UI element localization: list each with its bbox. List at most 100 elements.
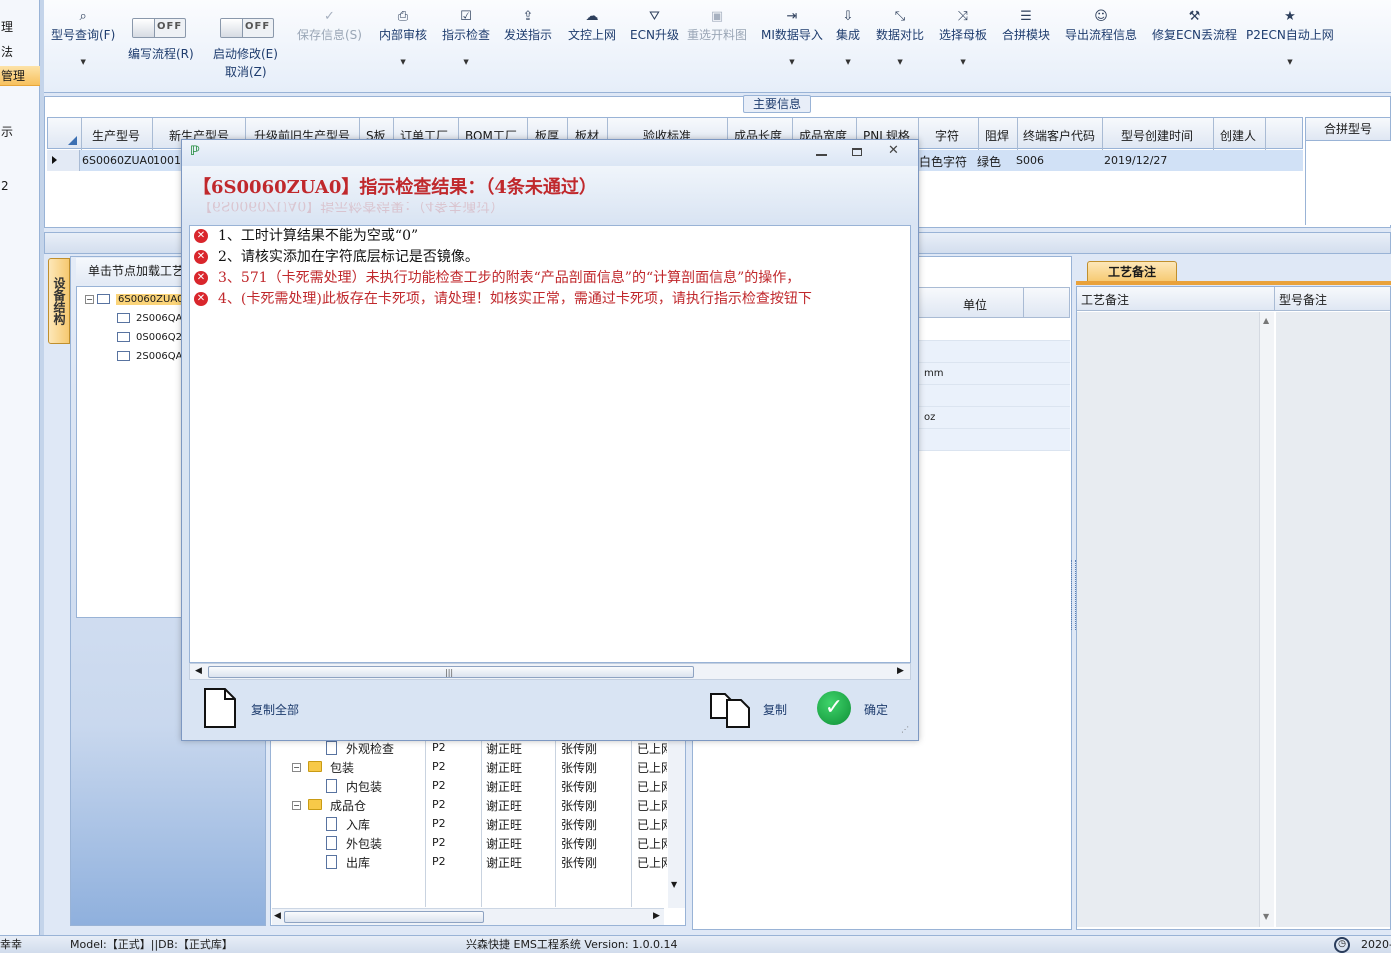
message-item[interactable]: ✕ 4、(卡死需处理)此板存在卡死项，请处理！如核实正常，需通过卡死项，请执行指示… [190, 289, 812, 310]
send-instruction-button[interactable]: ⇪ 发送指示 [504, 8, 552, 43]
node-icon [117, 332, 130, 342]
reselect-cut-button[interactable]: ▣ 重选开料图 [687, 8, 747, 43]
step-row[interactable]: 出库 P2 谢正旺 张传刚 已上网 [272, 853, 668, 872]
message-list[interactable]: ✕ 1、工时计算结果不能为空或“0” ✕ 2、请核实添加在字符底层标记是否镜像。 ✕ 3、… [189, 225, 911, 663]
cell-created: 2019/12/27 [1104, 154, 1168, 167]
step-person2: 张传刚 [561, 856, 598, 870]
mi-import-button[interactable]: ⇥ MI数据导入 ▼ [761, 8, 823, 66]
dialog-titlebar[interactable]: ℙ ✕ [182, 140, 918, 166]
file-icon [326, 779, 337, 793]
tree-root-node[interactable]: − 6S0060ZUA0 [85, 294, 186, 305]
integrate-button[interactable]: ⇩ 集成 ▼ [836, 8, 860, 66]
step-person1: 谢正旺 [486, 818, 523, 832]
step-status: 已上网 [637, 761, 667, 775]
step-row[interactable]: − 包装 P2 谢正旺 张传刚 已上网 [272, 758, 668, 777]
message-item[interactable]: ✕ 2、请核实添加在字符底层标记是否镜像。 [190, 247, 479, 268]
download-icon: ⇩ [842, 9, 854, 24]
step-status: 已上网 [637, 837, 667, 851]
model-notes-area[interactable] [1276, 312, 1390, 927]
image-icon: ▣ [710, 9, 724, 24]
start-modify-toggle[interactable]: OFF [220, 18, 274, 38]
cancel-button[interactable]: 取消(Z) [225, 63, 267, 80]
step-vertical-scrollbar[interactable]: ▼ [668, 740, 685, 908]
step-horizontal-scrollbar[interactable]: ◀ ▶ [272, 908, 664, 925]
smile-icon: ☺ [1094, 9, 1108, 24]
file-icon [326, 855, 337, 869]
nav-item-3[interactable]: 管理 [0, 66, 40, 86]
doc-control-button[interactable]: ☁ 文控上网 [568, 8, 616, 43]
step-row[interactable]: 入库 P2 谢正旺 张传刚 已上网 [272, 815, 668, 834]
nav-item-1[interactable]: 理 [0, 17, 40, 37]
chevron-down-icon: ▼ [960, 58, 966, 66]
tree-child-node[interactable]: 0S006Q2 [117, 332, 182, 343]
col-char[interactable]: 字符 [935, 127, 959, 144]
step-row[interactable]: − 成品仓 P2 谢正旺 张传刚 已上网 [272, 796, 668, 815]
folder-icon [308, 799, 322, 810]
scroll-thumb[interactable] [284, 911, 484, 923]
tree-child-node[interactable]: 2S006QA [117, 351, 183, 362]
step-status: 已上网 [637, 780, 667, 794]
internal-review-button[interactable]: ⎙ 内部审核 ▼ [379, 8, 427, 66]
minimize-icon[interactable] [816, 154, 827, 156]
process-notes-area[interactable] [1077, 312, 1273, 927]
tree-child-node[interactable]: 2S006QA [117, 313, 183, 324]
toggle-off-label: OFF [157, 21, 183, 32]
toggle-off-label: OFF [245, 21, 271, 32]
select-master-button[interactable]: ⤨ 选择母板 ▼ [939, 8, 987, 66]
copy-all-label[interactable]: 复制全部 [251, 701, 299, 718]
fix-ecn-button[interactable]: ⚒ 修复ECN丢流程 [1152, 8, 1237, 43]
write-flow-label[interactable]: 编写流程(R) [128, 45, 194, 62]
message-item[interactable]: ✕ 3、571（卡死需处理）未执行功能检查工步的附表“产品剖面信息”的“计算剖面信… [190, 268, 800, 289]
chevron-down-icon: ▼ [400, 58, 406, 66]
step-row[interactable]: 外包装 P2 谢正旺 张传刚 已上网 [272, 834, 668, 853]
write-flow-toggle[interactable]: OFF [132, 18, 186, 38]
step-level: P2 [432, 741, 446, 754]
maximize-icon[interactable] [852, 148, 862, 156]
message-horizontal-scrollbar[interactable]: ◀ ||| ▶ [189, 663, 911, 680]
ok-icon[interactable]: ✓ [817, 691, 851, 725]
resize-grip-icon[interactable]: ⋰ [901, 725, 909, 734]
step-row[interactable]: 内包装 P2 谢正旺 张传刚 已上网 [272, 777, 668, 796]
start-modify-label[interactable]: 启动修改(E) [213, 45, 278, 62]
save-info-button[interactable]: ✓ 保存信息(S) [297, 8, 362, 43]
tab-process-notes[interactable]: 工艺备注 [1087, 261, 1177, 282]
copy-button[interactable] [709, 688, 751, 728]
tab-device-structure[interactable]: 设备结构 [48, 258, 70, 344]
copy-label[interactable]: 复制 [763, 701, 787, 718]
nav-item-4[interactable]: 示 [0, 122, 40, 142]
integrate-label: 集成 [836, 28, 861, 42]
main-info-caption: 主要信息 [743, 95, 811, 113]
export-flow-button[interactable]: ☺ 导出流程信息 [1065, 8, 1137, 43]
sign-in-icon: ⇥ [786, 9, 798, 24]
merge-module-button[interactable]: ☰ 合拼模块 [1002, 8, 1050, 43]
merge-module-label: 合拼模块 [1002, 28, 1051, 42]
nav-item-2[interactable]: 法 [0, 42, 40, 62]
col-creator[interactable]: 创建人 [1220, 127, 1256, 144]
file-icon [326, 836, 337, 850]
ecn-upgrade-button[interactable]: ⛛ ECN升级 [630, 8, 679, 43]
col-prod-model[interactable]: 生产型号 [92, 127, 140, 144]
col-mask[interactable]: 阻焊 [985, 127, 1009, 144]
step-status: 已上网 [637, 742, 667, 756]
instruction-check-button[interactable]: ☑ 指示检查 ▼ [442, 8, 490, 66]
copy-all-button[interactable] [203, 688, 237, 728]
p2ecn-button[interactable]: ★ P2ECN自动上网 ▼ [1246, 8, 1334, 66]
notes-scrollbar[interactable]: ▲ ▼ [1259, 312, 1274, 927]
col-created[interactable]: 型号创建时间 [1121, 127, 1193, 144]
scroll-thumb[interactable]: ||| [208, 666, 694, 678]
splitter-grip[interactable] [1071, 560, 1076, 630]
select-master-label: 选择母板 [939, 28, 988, 42]
star-icon: ★ [1284, 9, 1296, 24]
nav-item-5[interactable]: 2 [0, 176, 40, 196]
unit-header: 单位 [918, 287, 1070, 318]
ok-button[interactable]: 确定 [864, 701, 888, 718]
search-model-button[interactable]: ⌕ 型号查询(F) ▼ [51, 8, 115, 66]
message-text: 2、请核实添加在字符底层标记是否镜像。 [218, 249, 479, 265]
col-customer[interactable]: 终端客户代码 [1023, 127, 1095, 144]
step-row[interactable]: 外观检查 P2 谢正旺 张传刚 已上网 [272, 739, 668, 758]
data-compare-button[interactable]: ⤡ 数据对比 ▼ [876, 8, 924, 66]
file-icon [326, 741, 337, 755]
message-item[interactable]: ✕ 1、工时计算结果不能为空或“0” [190, 226, 418, 247]
close-icon[interactable]: ✕ [888, 143, 899, 158]
step-person1: 谢正旺 [486, 761, 523, 775]
